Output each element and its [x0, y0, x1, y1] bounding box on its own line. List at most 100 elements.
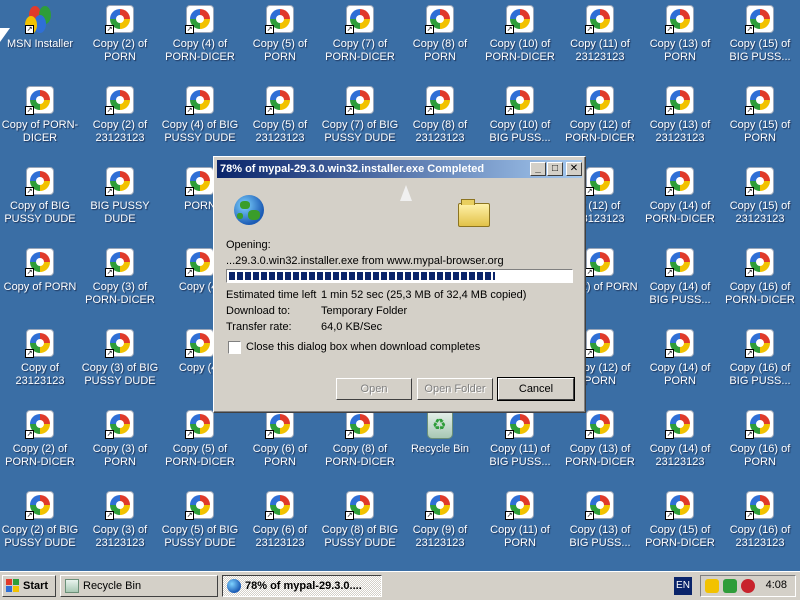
media-file-icon: ↗: [505, 85, 535, 115]
desktop-icon[interactable]: ↗ Copy of PORN-DICER: [0, 81, 80, 161]
media-file-icon: ↗: [505, 409, 535, 439]
desktop-icon[interactable]: ↗ Copy (11) of PORN: [480, 486, 560, 566]
desktop-icon[interactable]: ↗ Copy (3) of BIG PUSSY DUDE: [80, 324, 160, 404]
media-file-icon: ↗: [105, 409, 135, 439]
desktop-icon[interactable]: ↗ Copy (3) of PORN-DICER: [80, 243, 160, 323]
desktop-icon[interactable]: ↗ Copy (11) of 23123123: [560, 0, 640, 80]
close-button[interactable]: ✕: [566, 162, 582, 176]
recycle-bin-icon: [65, 579, 79, 593]
start-button[interactable]: Start: [2, 575, 56, 597]
desktop-icon-label: Copy (3) of PORN-DICER: [85, 281, 155, 306]
desktop-icon[interactable]: ↗ Copy (5) of 23123123: [240, 81, 320, 161]
desktop-icon-label: Copy (11) of BIG PUSS...: [489, 443, 551, 468]
desktop-icon[interactable]: ↗ Copy (3) of PORN: [80, 405, 160, 485]
taskbar-item-recycle-bin[interactable]: Recycle Bin: [60, 575, 218, 597]
desktop-icon[interactable]: ↗ Copy (16) of PORN: [720, 405, 800, 485]
antivirus-icon[interactable]: [741, 579, 755, 593]
desktop-icon[interactable]: ↗ Copy (6) of 23123123: [240, 486, 320, 566]
desktop-icon[interactable]: ↗ Copy (3) of 23123123: [80, 486, 160, 566]
desktop-icon[interactable]: ↗ Copy (15) of BIG PUSS...: [720, 0, 800, 80]
desktop-icon[interactable]: ↗ Copy (8) of 23123123: [400, 81, 480, 161]
desktop-icon[interactable]: ↗ BIG PUSSY DUDE: [80, 162, 160, 242]
desktop-icon[interactable]: ↗ Copy (11) of BIG PUSS...: [480, 405, 560, 485]
desktop-icon[interactable]: ↗ Copy (10) of BIG PUSS...: [480, 81, 560, 161]
desktop-icon[interactable]: ↗ Copy (14) of PORN-DICER: [640, 162, 720, 242]
desktop-icon[interactable]: ↗ Copy (10) of PORN-DICER: [480, 0, 560, 80]
desktop-icon-label: Copy (5) of PORN-DICER: [165, 443, 235, 468]
desktop-icon[interactable]: ↗ Copy (15) of PORN-DICER: [640, 486, 720, 566]
desktop-icon[interactable]: ↗ Copy (8) of PORN-DICER: [320, 405, 400, 485]
desktop-icon[interactable]: ↗ Copy (13) of BIG PUSS...: [560, 486, 640, 566]
taskbar-item-download-dialog[interactable]: 78% of mypal-29.3.0....: [222, 575, 382, 597]
desktop-icon[interactable]: ↗ Copy (16) of PORN-DICER: [720, 243, 800, 323]
desktop-icon[interactable]: ↗ Copy (14) of 23123123: [640, 405, 720, 485]
desktop-icon[interactable]: ↗ Copy (14) of PORN: [640, 324, 720, 404]
minimize-button[interactable]: _: [530, 162, 546, 176]
desktop-icon[interactable]: ↗ Copy (2) of PORN-DICER: [0, 405, 80, 485]
media-file-icon: ↗: [105, 85, 135, 115]
desktop-icon[interactable]: ↗ Copy (15) of PORN: [720, 81, 800, 161]
dialog-title: 78% of mypal-29.3.0.win32.installer.exe …: [220, 163, 485, 175]
maximize-button[interactable]: □: [547, 162, 563, 176]
desktop-icon-label: Copy (8) of PORN: [412, 38, 468, 63]
desktop-icon-label: Copy of BIG PUSSY DUDE: [4, 200, 76, 225]
desktop-icon[interactable]: ↗ Copy (7) of BIG PUSSY DUDE: [320, 81, 400, 161]
desktop-icon[interactable]: ↗ Copy (9) of 23123123: [400, 486, 480, 566]
desktop-icon[interactable]: ↗ Copy (13) of 23123123: [640, 81, 720, 161]
media-file-icon: ↗: [345, 4, 375, 34]
media-file-icon: ↗: [665, 490, 695, 520]
download-progress-dialog: 78% of mypal-29.3.0.win32.installer.exe …: [213, 156, 586, 413]
desktop-icon[interactable]: ↗ Copy (6) of PORN: [240, 405, 320, 485]
desktop-icon[interactable]: ↗ Copy (7) of PORN-DICER: [320, 0, 400, 80]
desktop-icon[interactable]: ↗ Copy (13) of PORN-DICER: [560, 405, 640, 485]
media-file-icon: ↗: [585, 4, 615, 34]
desktop-icon-label: Copy (16) of PORN-DICER: [725, 281, 795, 306]
network-icon[interactable]: [723, 579, 737, 593]
desktop-icon[interactable]: ↗ Copy (14) of BIG PUSS...: [640, 243, 720, 323]
desktop-icon[interactable]: ↗ Copy (8) of BIG PUSSY DUDE: [320, 486, 400, 566]
desktop-icon[interactable]: ↗ Copy (4) of PORN-DICER: [160, 0, 240, 80]
desktop-icon-label: Copy (10) of PORN-DICER: [485, 38, 555, 63]
desktop-icon[interactable]: ↗ Copy of BIG PUSSY DUDE: [0, 162, 80, 242]
desktop-icon[interactable]: ↗ Copy (16) of BIG PUSS...: [720, 324, 800, 404]
desktop-icon-label: Copy (8) of BIG PUSSY DUDE: [321, 524, 399, 549]
language-indicator[interactable]: EN: [674, 577, 692, 595]
desktop-icon[interactable]: ↗ Copy of 23123123: [0, 324, 80, 404]
download-to-value: Temporary Folder: [321, 305, 408, 317]
media-file-icon: ↗: [25, 247, 55, 277]
desktop-icon-label: Copy (2) of PORN: [92, 38, 148, 63]
cancel-button[interactable]: Cancel: [497, 377, 575, 401]
desktop-icon[interactable]: ↗ Copy (8) of PORN: [400, 0, 480, 80]
desktop-icon[interactable]: ↗ Copy (16) of 23123123: [720, 486, 800, 566]
desktop-icon[interactable]: ↗ Copy (2) of 23123123: [80, 81, 160, 161]
desktop-icon[interactable]: ↗ Copy (4) of BIG PUSSY DUDE: [160, 81, 240, 161]
media-file-icon: ↗: [665, 166, 695, 196]
desktop-icon-label: Copy (13) of PORN-DICER: [565, 443, 635, 468]
security-shield-icon[interactable]: [705, 579, 719, 593]
dialog-titlebar[interactable]: 78% of mypal-29.3.0.win32.installer.exe …: [217, 160, 582, 178]
desktop-icon[interactable]: Recycle Bin: [400, 405, 480, 485]
desktop-icon-label: Copy (14) of PORN: [649, 362, 711, 387]
desktop-icon[interactable]: ↗ Copy (13) of PORN: [640, 0, 720, 80]
close-when-complete-checkbox[interactable]: [228, 341, 241, 354]
desktop-icon-label: Copy (2) of 23123123: [92, 119, 148, 144]
open-folder-button[interactable]: Open Folder: [417, 378, 493, 400]
desktop-icon[interactable]: ↗ Copy (15) of 23123123: [720, 162, 800, 242]
media-file-icon: ↗: [745, 247, 775, 277]
media-file-icon: ↗: [745, 490, 775, 520]
media-file-icon: ↗: [185, 490, 215, 520]
desktop-icon-label: Copy (13) of 23123123: [649, 119, 711, 144]
desktop-icon-label: Copy (8) of PORN-DICER: [325, 443, 395, 468]
desktop-icon[interactable]: ↗ Copy (2) of PORN: [80, 0, 160, 80]
desktop-icon[interactable]: ↗ Copy (5) of PORN: [240, 0, 320, 80]
desktop-icon[interactable]: ↗ Copy (12) of PORN-DICER: [560, 81, 640, 161]
desktop-icon[interactable]: ↗ Copy (5) of BIG PUSSY DUDE: [160, 486, 240, 566]
desktop-icon[interactable]: ↗ Copy (2) of BIG PUSSY DUDE: [0, 486, 80, 566]
close-when-complete-label[interactable]: Close this dialog box when download comp…: [246, 341, 480, 353]
desktop-icon[interactable]: ↗ Copy (5) of PORN-DICER: [160, 405, 240, 485]
clock[interactable]: 4:08: [766, 579, 787, 591]
media-file-icon: ↗: [745, 409, 775, 439]
desktop-icon[interactable]: ↗ MSN Installer: [0, 0, 80, 80]
desktop-icon[interactable]: ↗ Copy of PORN: [0, 243, 80, 323]
open-button[interactable]: Open: [336, 378, 412, 400]
